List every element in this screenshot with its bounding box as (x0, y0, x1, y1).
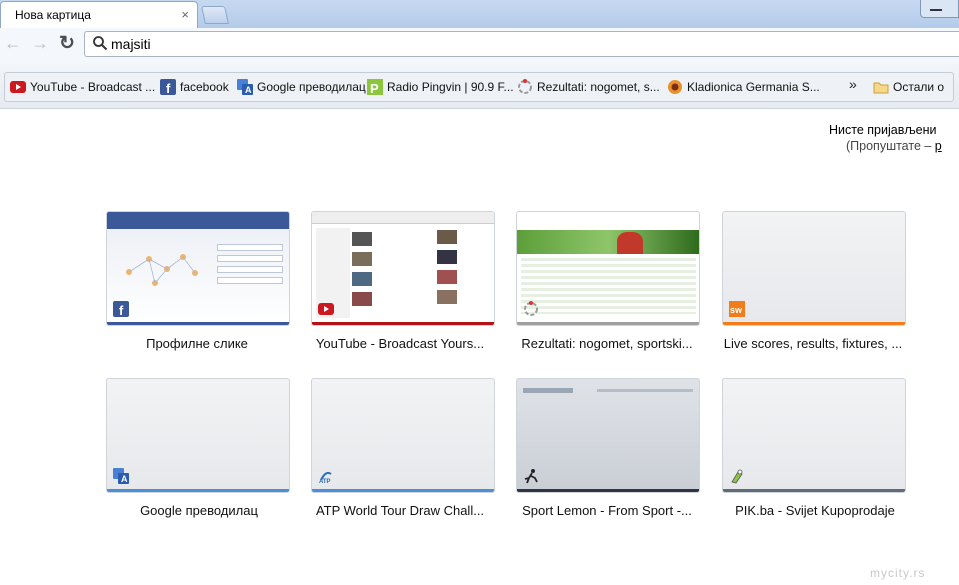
facebook-signup-form (217, 240, 283, 295)
sport-lemon-logo (523, 388, 573, 393)
thumbnail-sport-lemon[interactable] (516, 378, 700, 493)
svg-text:P: P (370, 81, 379, 95)
pik-icon (731, 469, 743, 484)
thumbnail-label[interactable]: Rezultati: nogomet, sportski... (507, 336, 707, 351)
thumbnail-pik[interactable] (722, 378, 906, 493)
thumbnail-accent-bar (517, 322, 699, 325)
search-icon (93, 36, 108, 51)
signin-hint-text: (Пропуштате – (846, 139, 935, 153)
thumbnail-label[interactable]: YouTube - Broadcast Yours... (300, 336, 500, 351)
bookmark-label: facebook (180, 80, 229, 94)
youtube-header (312, 212, 494, 224)
svg-text:ATP: ATP (319, 479, 331, 484)
thumbnail-rezultati[interactable] (516, 211, 700, 326)
thumbnail-atp[interactable]: ATP (311, 378, 495, 493)
thumbnail-accent-bar (723, 489, 905, 492)
video-thumb (352, 292, 372, 306)
new-tab-button[interactable] (201, 6, 229, 24)
title-bar: Нова картица × (0, 0, 959, 28)
forward-button[interactable]: → (31, 33, 49, 54)
svg-text:f: f (166, 81, 171, 95)
minimize-button[interactable] (920, 0, 959, 18)
tab-title: Нова картица (15, 8, 91, 22)
thumbnail-label[interactable]: PIK.ba - Svijet Kupoprodaje (715, 503, 915, 518)
facebook-network-illustration (126, 254, 198, 286)
bookmark-label: YouTube - Broadcast ... (30, 80, 156, 94)
video-thumb (437, 250, 457, 264)
bookmark-label: Kladionica Germania S... (687, 80, 820, 94)
germania-icon (668, 80, 682, 94)
video-thumb (437, 290, 457, 304)
thumbnail-label[interactable]: Google преводилац (99, 503, 299, 518)
svg-text:sw: sw (730, 305, 743, 315)
facebook-icon: f (113, 301, 129, 317)
video-thumb (352, 272, 372, 286)
watermark: mycity.rs (870, 566, 926, 580)
back-button[interactable]: ← (4, 33, 22, 54)
thumbnail-label[interactable]: ATP World Tour Draw Chall... (300, 503, 500, 518)
signin-status: Нисте пријављени (829, 123, 937, 137)
svg-text:A: A (245, 85, 252, 95)
google-translate-icon: A (237, 79, 253, 95)
minimize-icon (930, 9, 942, 11)
thumbnail-accent-bar (517, 489, 699, 492)
youtube-icon (318, 303, 334, 315)
thumbnail-label[interactable]: Sport Lemon - From Sport -... (507, 503, 707, 518)
svg-text:A: A (121, 474, 128, 484)
video-thumb (352, 232, 372, 246)
thumbnail-live-scores[interactable]: sw (722, 211, 906, 326)
tab-new-tab[interactable]: Нова картица × (0, 1, 198, 28)
toolbar: ← → ↻ majsiti (0, 28, 959, 65)
google-translate-icon: A (113, 468, 129, 484)
thumbnail-accent-bar (723, 322, 905, 325)
video-thumb (437, 230, 457, 244)
rezultati-table (521, 258, 696, 314)
facebook-icon: f (160, 79, 176, 95)
reload-button[interactable]: ↻ (59, 32, 75, 55)
bookmark-label: Google преводилац (257, 80, 366, 94)
folder-icon (873, 82, 889, 94)
bookmarks-overflow-button[interactable]: » (849, 76, 857, 92)
video-thumb (352, 252, 372, 266)
signin-link[interactable]: р (935, 139, 942, 153)
facebook-header (107, 212, 289, 229)
rezultati-icon (524, 301, 538, 316)
thumbnail-accent-bar (312, 489, 494, 492)
other-bookmarks-label: Остали о (893, 80, 945, 94)
atp-icon: ATP (319, 471, 332, 484)
bookmarks-bar: YouTube - Broadcast ... f facebook A Goo… (0, 64, 959, 109)
runner-icon (524, 469, 538, 484)
thumbnail-youtube[interactable] (311, 211, 495, 326)
bookmark-label: Radio Pingvin | 90.9 F... (387, 80, 514, 94)
rezultati-icon (518, 79, 532, 94)
sport-lemon-nav (597, 389, 693, 392)
omnibox[interactable]: majsiti (84, 31, 959, 57)
thumbnail-facebook[interactable]: f (106, 211, 290, 326)
bookmark-label: Rezultati: nogomet, s... (537, 80, 660, 94)
rezultati-banner-figure (617, 232, 643, 254)
thumbnail-accent-bar (107, 489, 289, 492)
thumbnail-accent-bar (107, 322, 289, 325)
rezultati-banner (517, 230, 699, 254)
soccerway-icon: sw (729, 301, 745, 317)
svg-text:f: f (119, 303, 124, 317)
thumbnail-google-translate[interactable]: A (106, 378, 290, 493)
close-tab-icon[interactable]: × (181, 7, 189, 22)
thumbnail-label[interactable]: Профилне слике (97, 336, 297, 351)
radio-pingvin-icon: P (367, 79, 383, 95)
video-thumb (437, 270, 457, 284)
thumbnail-accent-bar (312, 322, 494, 325)
thumbnail-label[interactable]: Live scores, results, fixtures, ... (713, 336, 913, 351)
omnibox-input[interactable]: majsiti (111, 36, 151, 52)
youtube-icon (10, 81, 26, 93)
signin-hint: (Пропуштате – р (846, 139, 942, 153)
